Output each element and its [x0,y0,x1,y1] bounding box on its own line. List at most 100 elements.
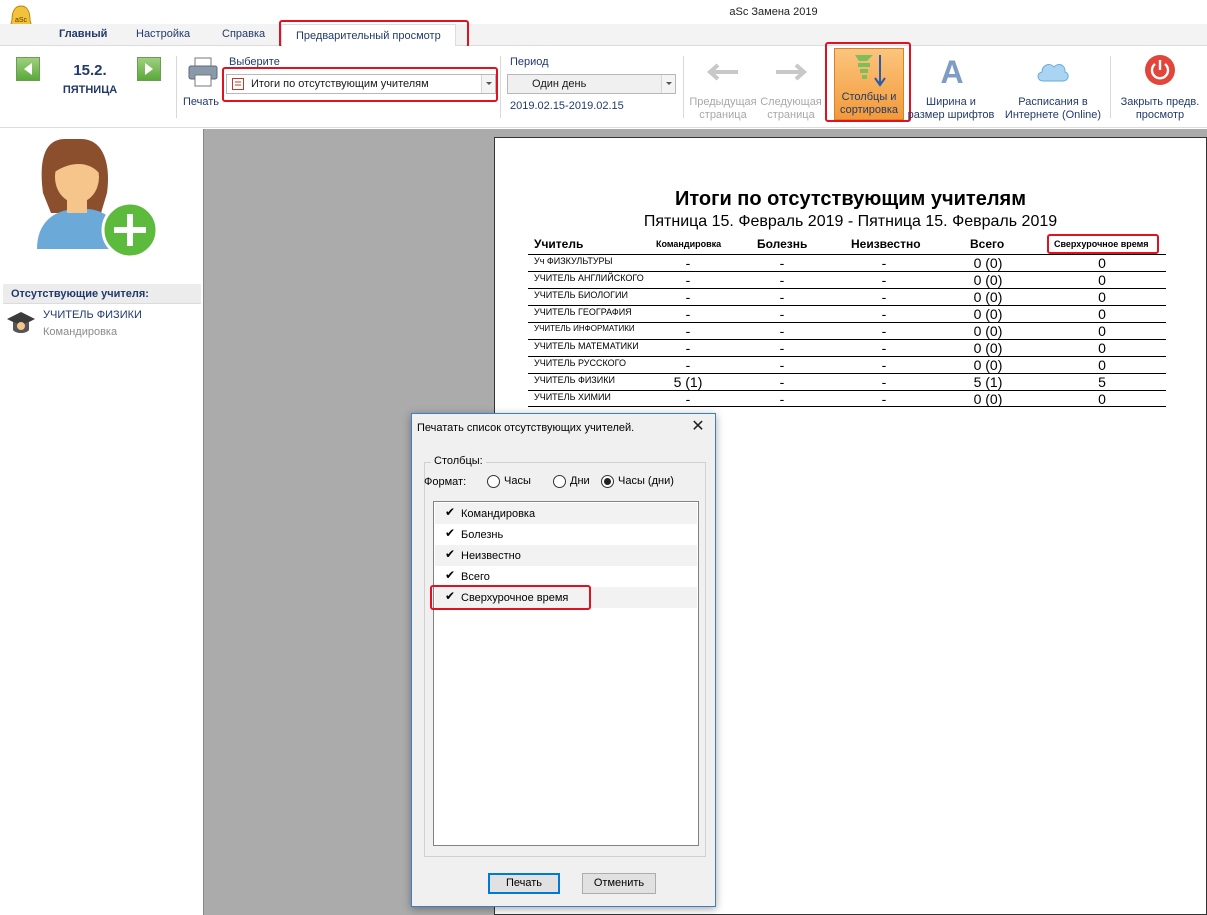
row-unknown: - [881,323,887,339]
graduation-cap-icon [7,312,35,333]
checkmark-icon: ✔ [445,526,456,540]
row-sick: - [779,272,785,288]
column-item-total[interactable]: ✔ Всего [435,566,697,587]
row-trip: - [685,391,691,407]
row-trip: - [685,323,691,339]
absent-teacher-name[interactable]: УЧИТЕЛЬ ФИЗИКИ [43,309,142,321]
column-item-unknown[interactable]: ✔ Неизвестно [435,545,697,566]
row-sick: - [779,340,785,356]
close-preview-label-2: просмотр [1135,109,1185,121]
row-trip: 5 (1) [673,374,703,390]
row-total: 0 (0) [973,255,1003,271]
app-title: aSc Замена 2019 [729,6,818,18]
row-teacher: УЧИТЕЛЬ БИОЛОГИИ [534,290,628,300]
tab-help[interactable]: Справка [222,28,265,40]
checkmark-icon: ✔ [445,568,456,582]
teacher-avatar-add-icon [37,139,159,259]
row-sick: - [779,255,785,271]
close-preview-button[interactable]: Закрыть предв. просмотр [1113,52,1207,121]
column-header-teacher: Учитель [534,237,584,251]
row-teacher: УЧИТЕЛЬ ГЕОГРАФИЯ [534,307,632,317]
report-subtitle: Пятница 15. Февраль 2019 - Пятница 15. Ф… [643,213,1058,230]
left-panel: Отсутствующие учителя: УЧИТЕЛЬ ФИЗИКИ Ко… [0,129,203,915]
column-item-trip[interactable]: ✔ Командировка [435,503,697,524]
table-row: УЧИТЕЛЬ МАТЕМАТИКИ - - - 0 (0) 0 [528,339,1166,356]
format-radio-days[interactable]: Дни [553,475,590,488]
row-trip: - [685,357,691,373]
row-teacher: УЧИТЕЛЬ ИНФОРМАТИКИ [534,324,635,333]
row-overtime: 0 [1098,289,1106,305]
row-sick: - [779,391,785,407]
table-row: Уч ФИЗКУЛЬТУРЫ - - - 0 (0) 0 [528,254,1166,271]
row-teacher: УЧИТЕЛЬ МАТЕМАТИКИ [534,341,639,351]
add-absent-teacher-button[interactable] [33,133,163,260]
column-item-label: Командировка [461,508,536,520]
row-total: 0 (0) [973,340,1003,356]
current-date: 15.2. [73,62,107,79]
row-unknown: - [881,255,887,271]
ribbon-separator [500,56,501,118]
column-item-sick[interactable]: ✔ Болезнь [435,524,697,545]
power-icon [1145,55,1175,85]
close-icon[interactable]: ✕ [689,418,707,436]
format-radio-hours[interactable]: Часы [487,475,531,488]
font-size-label-2: размер шрифтов [907,109,995,121]
prev-day-button[interactable] [16,57,40,81]
row-teacher: УЧИТЕЛЬ ФИЗИКИ [534,375,615,385]
triangle-right-icon [145,63,153,75]
highlight-overtime-column [1047,234,1159,254]
row-sick: - [779,306,785,322]
absent-teachers-header: Отсутствующие учителя: [3,284,201,304]
prev-page-button[interactable]: Предыдущая страница [686,52,760,121]
font-size-button[interactable]: A Ширина и размер шрифтов [904,52,998,121]
svg-text:A: A [940,55,963,87]
next-page-label-1: Следующая [760,96,822,108]
row-overtime: 0 [1098,340,1106,356]
columns-group-label: Столбцы: [431,455,486,467]
period-select[interactable]: Один день [507,74,676,94]
column-header-unknown: Неизвестно [851,237,921,251]
next-page-label-2: страница [767,109,815,121]
row-overtime: 5 [1098,374,1106,390]
tab-settings[interactable]: Настройка [136,28,190,40]
checkmark-icon: ✔ [445,547,456,561]
row-unknown: - [881,374,887,390]
row-teacher: УЧИТЕЛЬ РУССКОГО [534,358,627,368]
cancel-button[interactable]: Отменить [582,873,656,894]
row-unknown: - [881,306,887,322]
ribbon: 15.2. ПЯТНИЦА Печать Выберите Итоги по о… [0,42,1207,128]
row-total: 0 (0) [973,357,1003,373]
online-timetables-button[interactable]: Расписания в Интернете (Online) [999,52,1107,121]
triangle-left-icon [24,63,32,75]
row-trip: - [685,255,691,271]
format-radio-hours-days[interactable]: Часы (дни) [601,475,674,488]
row-total: 5 (1) [973,374,1003,390]
ribbon-separator [176,56,177,118]
row-overtime: 0 [1098,255,1106,271]
highlight-tab [279,20,469,48]
row-total: 0 (0) [973,323,1003,339]
row-teacher: УЧИТЕЛЬ АНГЛИЙСКОГО [534,273,644,283]
period-label: Период [510,56,549,68]
print-label: Печать [183,96,220,108]
online-label-1: Расписания в [1018,96,1088,108]
columns-list: ✔ Командировка ✔ Болезнь ✔ Неизвестно ✔ … [433,501,699,846]
print-ok-button[interactable]: Печать [488,873,560,894]
ribbon-separator [1110,56,1111,118]
row-overtime: 0 [1098,391,1106,407]
absent-teacher-item[interactable] [6,310,36,339]
table-row: УЧИТЕЛЬ ХИМИИ - - - 0 (0) 0 [528,390,1166,407]
column-header-total: Всего [970,237,1005,251]
row-overtime: 0 [1098,323,1106,339]
tab-main[interactable]: Главный [59,28,107,40]
row-overtime: 0 [1098,306,1106,322]
prev-page-label-2: страница [699,109,747,121]
highlight-overtime-item [430,585,591,610]
row-sick: - [779,289,785,305]
next-day-button[interactable] [137,57,161,81]
next-page-button[interactable]: Следующая страница [757,52,825,121]
cloud-icon [1037,64,1069,82]
highlight-columns-button [825,42,911,122]
print-button[interactable]: Печать [183,52,223,112]
row-sick: - [779,357,785,373]
